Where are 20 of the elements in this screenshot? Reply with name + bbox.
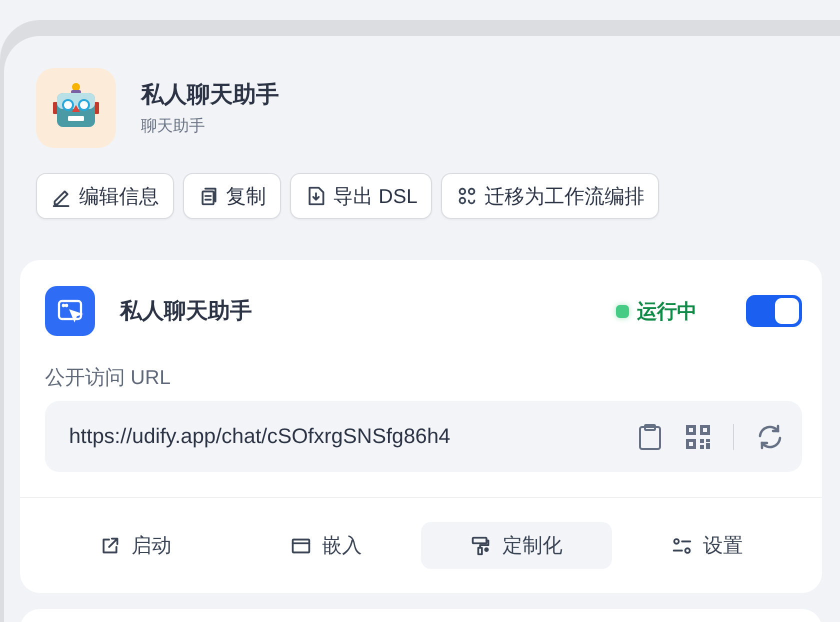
url-label: 公开访问 URL	[45, 366, 172, 391]
app-title: 私人聊天助手	[141, 80, 279, 109]
app-type-label: 聊天助手	[141, 116, 206, 137]
tab[interactable]: 设置	[612, 522, 802, 569]
toggle-switch[interactable]	[746, 295, 802, 327]
robot-icon	[36, 68, 116, 148]
browser-cursor-icon	[45, 286, 95, 336]
clipboard-icon[interactable]	[637, 422, 663, 450]
status-text: 运行中	[637, 300, 697, 324]
refresh-icon[interactable]	[756, 422, 784, 450]
action-button[interactable]: 复制	[183, 173, 281, 219]
action-button[interactable]: 导出 DSL	[290, 173, 432, 219]
action-button[interactable]: 迁移为工作流编排	[441, 173, 660, 219]
action-button[interactable]: 编辑信息	[36, 173, 174, 219]
qr-code-icon[interactable]	[685, 424, 711, 450]
tab[interactable]: 嵌入	[230, 522, 421, 569]
url-text: https://udify.app/chat/cSOfxrgSNSfg86h4	[69, 424, 452, 448]
tab[interactable]: 启动	[40, 522, 230, 569]
tab[interactable]: 定制化	[421, 522, 612, 569]
webapp-title: 私人聊天助手	[120, 297, 253, 325]
